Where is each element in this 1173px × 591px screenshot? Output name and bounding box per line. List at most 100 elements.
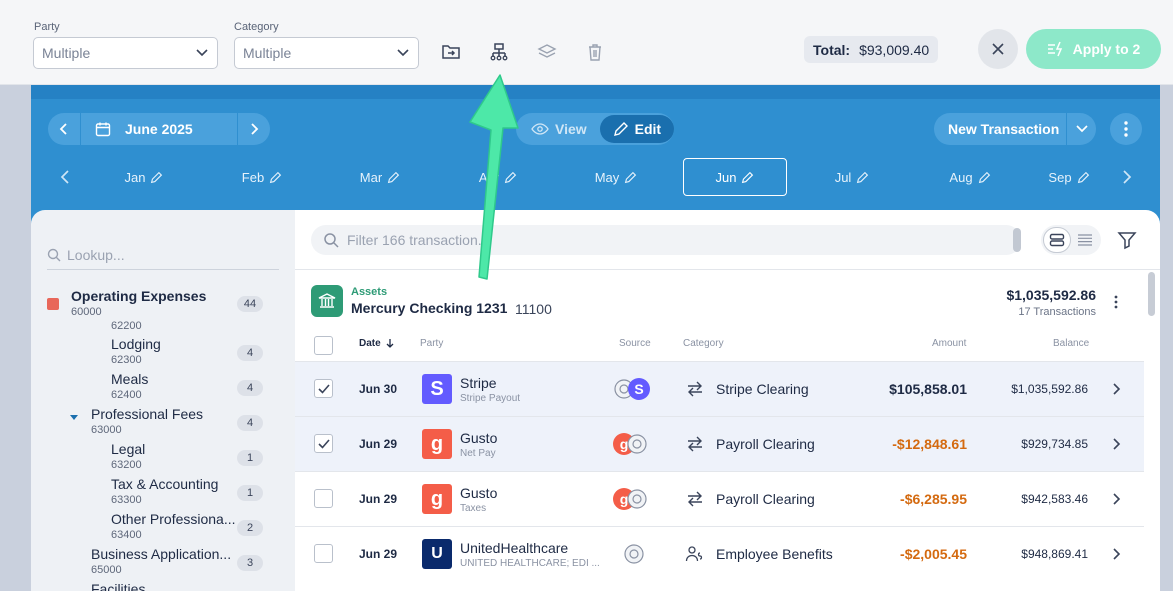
row-category[interactable]: Stripe Clearing (716, 381, 809, 397)
tree-item-code: 62300 (111, 354, 142, 366)
column-date[interactable]: Date (359, 338, 395, 349)
checkmark-icon (317, 438, 330, 449)
filter-input[interactable]: Filter 166 transaction... (311, 225, 1021, 255)
transfer-icon (688, 436, 702, 452)
month-jul[interactable]: Jul (800, 158, 904, 196)
column-category: Category (683, 338, 724, 349)
account-tree-panel: Lookup... Operating Expenses 60000 44 62… (31, 210, 295, 591)
layers-icon[interactable] (535, 40, 559, 64)
hierarchy-icon[interactable] (487, 40, 511, 64)
next-month-button[interactable] (238, 113, 270, 145)
row-amount: -$12,848.61 (892, 436, 967, 452)
tree-item-facilities[interactable]: Facilities (31, 581, 295, 591)
table-row[interactable]: Jun 29 g Gusto Net Pay g Payroll Clearin… (295, 416, 1144, 471)
month-jun[interactable]: Jun (683, 158, 787, 196)
card-view-button[interactable] (1043, 227, 1071, 253)
source-icons: S (614, 378, 650, 400)
tree-item-professional-fees[interactable]: Professional Fees 63000 4 (31, 406, 295, 440)
column-amount: Amount (932, 338, 967, 349)
tree-item-lodging[interactable]: Lodging 62300 4 (31, 336, 295, 370)
row-category[interactable]: Employee Benefits (716, 546, 833, 562)
chevron-left-icon[interactable] (56, 168, 74, 186)
tree-item-62200[interactable]: 62200 (31, 320, 295, 334)
tree-item-name: Lodging (111, 336, 161, 352)
month-sep[interactable]: Sep (1034, 158, 1104, 196)
lookup-input[interactable]: Lookup... (47, 240, 279, 270)
view-mode-button[interactable]: View (518, 115, 600, 143)
table-row[interactable]: Jun 30 S Stripe Stripe Payout S Stripe C… (295, 361, 1144, 416)
view-edit-toggle: View Edit (516, 113, 675, 145)
tree-item-tax-accounting[interactable]: Tax & Accounting 63300 1 (31, 476, 295, 510)
row-party: Gusto (460, 430, 498, 446)
row-checkbox[interactable] (314, 489, 333, 508)
tree-item-code: 63300 (111, 494, 142, 506)
edit-mode-button[interactable]: Edit (599, 115, 675, 143)
caret-down-icon[interactable] (69, 414, 79, 422)
checkmark-icon (317, 383, 330, 394)
month-apr[interactable]: Apr (446, 158, 550, 196)
row-checkbox[interactable] (314, 379, 333, 398)
row-category[interactable]: Payroll Clearing (716, 491, 815, 507)
filter-icon[interactable] (1117, 230, 1137, 250)
chevron-right-icon[interactable] (1110, 492, 1122, 506)
row-checkbox[interactable] (314, 434, 333, 453)
month-may[interactable]: May (564, 158, 668, 196)
row-balance: $948,869.41 (1021, 547, 1088, 561)
row-category[interactable]: Payroll Clearing (716, 436, 815, 452)
column-source: Source (619, 338, 651, 349)
category-select[interactable]: Multiple (234, 37, 419, 69)
row-party-detail: Net Pay (460, 448, 496, 459)
source-icons: g (613, 433, 647, 455)
chevron-right-icon[interactable] (1110, 382, 1122, 396)
trash-icon[interactable] (583, 40, 607, 64)
category-value: Multiple (243, 45, 292, 61)
tree-item-meals[interactable]: Meals 62400 4 (31, 371, 295, 405)
chevron-right-icon[interactable] (1118, 168, 1136, 186)
month-jan[interactable]: Jan (92, 158, 196, 196)
month-select[interactable]: June 2025 (80, 113, 238, 145)
kebab-icon[interactable] (1111, 294, 1121, 310)
chevron-down-icon (1075, 125, 1088, 133)
tree-item-operating-expenses[interactable]: Operating Expenses 60000 44 (31, 288, 295, 322)
pencil-icon (857, 171, 869, 183)
party-select[interactable]: Multiple (33, 37, 218, 69)
row-checkbox[interactable] (314, 544, 333, 563)
chevron-down-icon (397, 49, 409, 57)
prev-month-button[interactable] (48, 113, 80, 145)
month-feb[interactable]: Feb (210, 158, 314, 196)
chevron-right-icon[interactable] (1110, 547, 1122, 561)
close-button[interactable] (978, 29, 1018, 69)
new-transaction-button[interactable]: New Transaction (934, 113, 1096, 145)
column-party: Party (420, 338, 444, 349)
tree-item-code: 65000 (91, 564, 122, 576)
column-balance: Balance (1053, 338, 1090, 349)
move-to-folder-icon[interactable] (439, 40, 463, 64)
chevron-right-icon (251, 123, 259, 135)
close-icon (992, 43, 1004, 55)
select-all-checkbox[interactable] (314, 336, 333, 355)
row-date: Jun 29 (359, 437, 398, 451)
new-transaction-dropdown[interactable] (1066, 113, 1096, 145)
more-options-button[interactable] (1110, 113, 1142, 145)
row-balance: $929,734.85 (1021, 437, 1088, 451)
row-date: Jun 30 (359, 382, 398, 396)
apply-button[interactable]: Apply to 2 (1026, 29, 1161, 69)
tree-item-name: Facilities (91, 581, 146, 591)
account-name[interactable]: Mercury Checking 1231 (351, 300, 507, 316)
chevron-right-icon[interactable] (1110, 437, 1122, 451)
month-label: May (594, 169, 620, 185)
list-view-button[interactable] (1071, 227, 1099, 253)
category-color-swatch (47, 298, 59, 310)
account-transaction-count: 17 Transactions (1018, 306, 1096, 318)
search-icon (324, 233, 339, 248)
table-row[interactable]: Jun 29 g Gusto Taxes g Payroll Clearing … (295, 471, 1144, 526)
tree-item-other-professional[interactable]: Other Professiona... 63400 2 (31, 511, 295, 545)
tree-item-business-applications[interactable]: Business Application... 65000 3 (31, 546, 295, 580)
unitedhealthcare-logo-icon: U (422, 539, 452, 569)
month-aug[interactable]: Aug (918, 158, 1022, 196)
scrollbar[interactable] (1148, 272, 1155, 316)
tree-item-legal[interactable]: Legal 63200 1 (31, 441, 295, 475)
month-mar[interactable]: Mar (328, 158, 432, 196)
pencil-icon (270, 171, 282, 183)
table-row[interactable]: Jun 29 U UnitedHealthcare UNITED HEALTHC… (295, 526, 1144, 581)
